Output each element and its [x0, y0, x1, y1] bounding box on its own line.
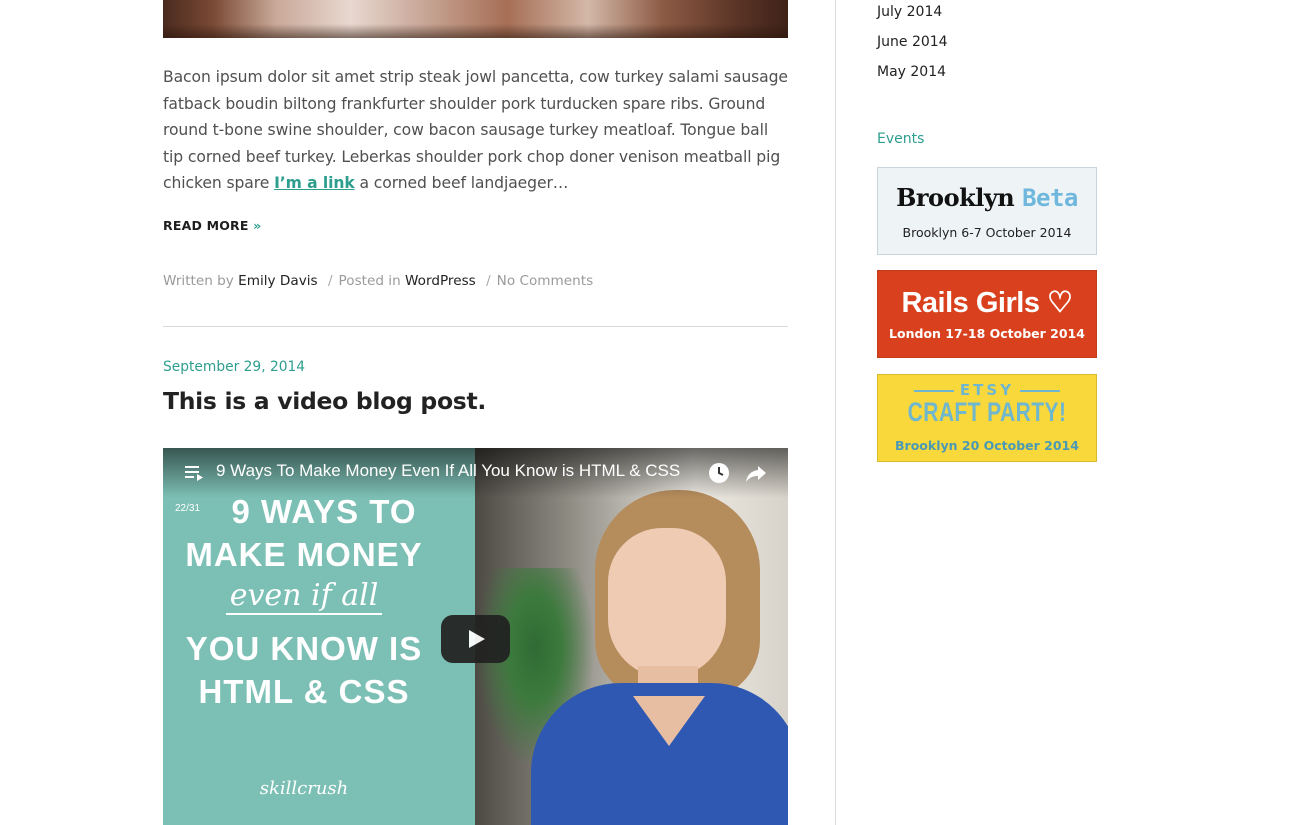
banner-title-accent: Beta	[1022, 184, 1078, 212]
thumb-brand: skillcrush	[259, 778, 349, 799]
banner-title-main: Brooklyn	[896, 183, 1015, 212]
read-more-link[interactable]: READ MORE »	[163, 218, 261, 233]
written-by-label: Written by	[163, 273, 234, 289]
author-link[interactable]: Emily Davis	[238, 273, 317, 289]
event-banner-etsy-craft-party[interactable]: ETSY CRAFT PARTY! Brooklyn 20 October 20…	[877, 374, 1097, 462]
video-player[interactable]: 22/31 9 WAYS TO MAKE MONEY even if all Y…	[163, 448, 788, 825]
thumb-line-2: MAKE MONEY	[185, 536, 423, 573]
excerpt-link[interactable]: I’m a link	[274, 174, 355, 192]
read-more-arrow: »	[253, 218, 262, 233]
archive-item[interactable]: July 2014	[877, 0, 948, 30]
post-divider	[163, 326, 788, 327]
playlist-icon[interactable]	[185, 464, 205, 482]
archive-item[interactable]: May 2014	[877, 60, 948, 90]
read-more-label: READ MORE	[163, 218, 249, 233]
video-title[interactable]: 9 Ways To Make Money Even If All You Kno…	[216, 461, 680, 481]
event-banner-brooklyn-beta[interactable]: Brooklyn Beta Brooklyn 6-7 October 2014	[877, 167, 1097, 255]
event-banner-rails-girls[interactable]: Rails Girls ♡ London 17-18 October 2014	[877, 270, 1097, 358]
events-heading: Events	[877, 131, 925, 147]
thumb-line-1: 9 WAYS TO	[231, 493, 417, 530]
thumb-line-4: YOU KNOW IS	[185, 630, 423, 667]
category-link[interactable]: WordPress	[405, 273, 476, 289]
banner-subtitle: Brooklyn 20 October 2014	[895, 438, 1079, 453]
play-button[interactable]	[441, 615, 510, 663]
watch-later-icon[interactable]	[708, 462, 730, 484]
posted-in-label: Posted in	[338, 273, 401, 289]
banner-title: Rails Girls ♡	[901, 287, 1073, 319]
thumb-line-5: HTML & CSS	[198, 673, 410, 710]
thumb-line-3: even if all	[163, 578, 445, 615]
archive-item[interactable]: June 2014	[877, 30, 948, 60]
banner-title: CRAFT PARTY!	[907, 397, 1067, 427]
banner-subtitle: London 17-18 October 2014	[889, 326, 1085, 341]
meta-separator: /	[486, 273, 491, 289]
presenter-face	[608, 528, 726, 678]
post-meta: Written by Emily Davis / Posted in WordPr…	[163, 273, 593, 289]
banner-subtitle: Brooklyn 6-7 October 2014	[902, 225, 1072, 240]
post-excerpt: Bacon ipsum dolor sit amet strip steak j…	[163, 64, 788, 197]
banner-title: Brooklyn Beta	[878, 183, 1096, 212]
post-title[interactable]: This is a video blog post.	[163, 387, 486, 415]
comments-link[interactable]: No Comments	[497, 273, 594, 289]
sidebar-divider	[835, 0, 836, 825]
excerpt-tail: a corned beef landjaeger…	[354, 174, 569, 192]
post-featured-image[interactable]	[163, 0, 788, 38]
meta-separator: /	[327, 273, 333, 289]
archive-list: July 2014 June 2014 May 2014	[877, 0, 948, 90]
post-date[interactable]: September 29, 2014	[163, 359, 305, 375]
share-icon[interactable]	[745, 462, 767, 484]
thumb-line-3-text: even if all	[225, 578, 383, 615]
